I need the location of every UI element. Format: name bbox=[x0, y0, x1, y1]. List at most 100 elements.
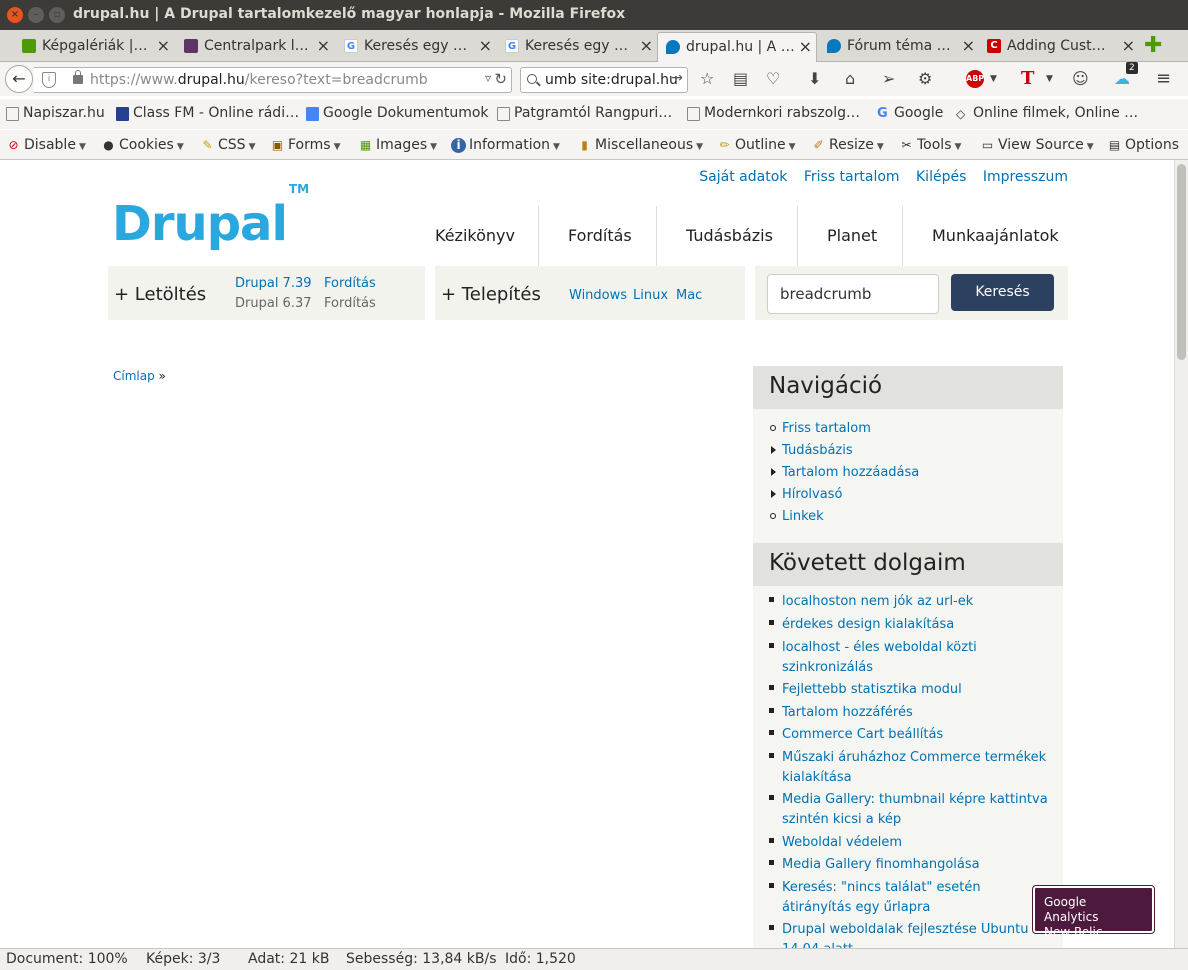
link-drupal-6-translation[interactable]: Fordítás bbox=[324, 296, 376, 311]
nav-item-tartalom-hozzaadasa[interactable]: Tartalom hozzáadása bbox=[771, 465, 919, 480]
bookmark-google[interactable]: G Google bbox=[877, 105, 943, 121]
tab-close-icon[interactable]: × bbox=[1122, 32, 1135, 60]
send-tab-icon[interactable]: ➢ bbox=[882, 68, 895, 90]
tab-google-search-1[interactable]: G Keresés egy … × bbox=[336, 32, 496, 62]
nav-item-friss-tartalom[interactable]: Friss tartalom bbox=[770, 421, 871, 436]
tracked-item[interactable]: Media Gallery finomhangolása bbox=[769, 855, 1054, 875]
install-title[interactable]: + Telepítés bbox=[441, 284, 541, 305]
web-search-bar[interactable]: umb site:drupal.hu → bbox=[520, 67, 688, 93]
download-title[interactable]: + Letöltés bbox=[114, 284, 206, 305]
new-tab-plus-icon[interactable]: ✚ bbox=[1144, 33, 1162, 58]
nav-kezikonyv[interactable]: Kézikönyv bbox=[435, 206, 515, 266]
site-search-input[interactable]: breadcrumb bbox=[767, 274, 939, 314]
tracked-item[interactable]: localhoston nem jók az url-ek bbox=[769, 592, 1054, 612]
drupal-logo[interactable]: DrupalTM bbox=[112, 182, 309, 252]
web-search-input[interactable]: umb site:drupal.hu bbox=[545, 72, 678, 88]
nav-item-hirolvaso[interactable]: Hírolvasó bbox=[771, 487, 842, 502]
tab-close-icon[interactable]: × bbox=[317, 32, 330, 60]
url-text[interactable]: https://www.drupal.hu/kereso?text=breadc… bbox=[90, 72, 428, 88]
bookmark-online-filmek[interactable]: ◇ Online filmek, Online … bbox=[956, 105, 1138, 121]
padlock-icon[interactable] bbox=[73, 70, 83, 84]
breadcrumb-home-link[interactable]: Címlap bbox=[113, 369, 155, 383]
nav-item-linkek[interactable]: Linkek bbox=[770, 509, 824, 524]
tab-close-icon[interactable]: × bbox=[640, 32, 653, 60]
url-history-dropdown-icon[interactable]: ▿ bbox=[485, 71, 491, 85]
window-close-icon[interactable]: × bbox=[7, 7, 23, 23]
wd-css-menu[interactable]: ✎ CSS ▼ bbox=[200, 137, 255, 153]
nav-item-tudasbazis[interactable]: Tudásbázis bbox=[771, 443, 853, 458]
bookmark-modernkori[interactable]: Modernkori rabszolg… bbox=[687, 105, 860, 121]
wd-disable-menu[interactable]: ⊘ Disable ▼ bbox=[6, 137, 85, 153]
wd-images-menu[interactable]: ▦ Images ▼ bbox=[358, 137, 437, 153]
link-drupal-7[interactable]: Drupal 7.39 bbox=[235, 276, 312, 291]
tracked-item[interactable]: Műszaki áruházhoz Commerce termékek kial… bbox=[769, 748, 1054, 788]
tracked-item[interactable]: Media Gallery: thumbnail képre kattintva… bbox=[769, 790, 1054, 830]
tab-drupal-hu[interactable]: drupal.hu | A … × bbox=[657, 32, 817, 62]
url-bar[interactable]: i https://www.drupal.hu/kereso?text=brea… bbox=[34, 67, 512, 93]
nav-forditas[interactable]: Fordítás bbox=[568, 206, 632, 266]
tab-google-search-2[interactable]: G Keresés egy … × bbox=[497, 32, 657, 62]
wd-options-menu[interactable]: ▤ Options bbox=[1107, 137, 1179, 153]
wd-forms-menu[interactable]: ▣ Forms ▼ bbox=[270, 137, 341, 153]
tracked-item[interactable]: érdekes design kialakítása bbox=[769, 615, 1054, 635]
wd-tools-menu[interactable]: ✂ Tools ▼ bbox=[899, 137, 961, 153]
scrollbar-thumb[interactable] bbox=[1177, 164, 1186, 360]
font-tool-dropdown-icon[interactable]: ▼ bbox=[1046, 68, 1053, 90]
tracked-item[interactable]: Keresés: "nincs találat" esetén átirányí… bbox=[769, 878, 1054, 918]
nav-tudasbazis[interactable]: Tudásbázis bbox=[686, 206, 773, 266]
tracked-item[interactable]: Commerce Cart beállítás bbox=[769, 725, 1054, 745]
window-maximize-icon[interactable]: ▫ bbox=[49, 7, 65, 23]
downloads-arrow-icon[interactable]: ⬇ bbox=[808, 68, 821, 90]
adblock-dropdown-icon[interactable]: ▼ bbox=[990, 68, 997, 90]
tab-adding-custom[interactable]: C Adding Cust… × bbox=[979, 32, 1139, 62]
tab-close-icon[interactable]: × bbox=[962, 32, 975, 60]
web-developer-icon[interactable]: ⚙ bbox=[918, 68, 932, 90]
tracked-item[interactable]: Fejlettebb statisztika modul bbox=[769, 680, 1054, 700]
bookmark-patgramtol[interactable]: Patgramtól Rangpuri… bbox=[497, 105, 672, 121]
link-friss-tartalom[interactable]: Friss tartalom bbox=[804, 169, 900, 185]
reload-icon[interactable]: ↻ bbox=[494, 70, 507, 88]
home-icon[interactable]: ⌂ bbox=[845, 68, 855, 90]
link-drupal-6[interactable]: Drupal 6.37 bbox=[235, 296, 312, 311]
tracked-item[interactable]: Drupal weboldalak fejlesztése Ubuntu 14.… bbox=[769, 920, 1054, 948]
wd-view-source-menu[interactable]: ▭ View Source ▼ bbox=[980, 137, 1094, 153]
link-windows[interactable]: Windows bbox=[569, 288, 627, 303]
tab-close-icon[interactable]: × bbox=[799, 33, 812, 61]
page-scrollbar[interactable] bbox=[1174, 160, 1188, 948]
tab-forum-tema[interactable]: Fórum téma … × bbox=[819, 32, 979, 62]
analytics-popup[interactable]: Google Analytics New Relic bbox=[1033, 886, 1154, 939]
tracking-shield-icon[interactable]: i bbox=[42, 72, 56, 88]
reading-list-icon[interactable]: ▤ bbox=[733, 68, 748, 90]
font-tool-icon[interactable]: T bbox=[1021, 68, 1034, 90]
chat-bubble-icon[interactable]: ☺ bbox=[1072, 68, 1089, 90]
search-go-arrow-icon[interactable]: → bbox=[671, 70, 683, 86]
tab-close-icon[interactable]: × bbox=[479, 32, 492, 60]
bookmark-class-fm[interactable]: Class FM - Online rádi… bbox=[116, 105, 299, 121]
back-arrow-icon[interactable]: ← bbox=[5, 65, 33, 93]
wd-information-menu[interactable]: i Information ▼ bbox=[451, 137, 560, 153]
tab-close-icon[interactable]: × bbox=[157, 32, 170, 60]
tab-centralpark[interactable]: Centralpark l… × bbox=[176, 32, 334, 62]
bookmark-star-icon[interactable]: ☆ bbox=[700, 68, 714, 90]
wd-cookies-menu[interactable]: ● Cookies ▼ bbox=[101, 137, 183, 153]
search-button[interactable]: Keresés bbox=[951, 274, 1054, 311]
bookmark-napiszar[interactable]: Napiszar.hu bbox=[6, 105, 105, 121]
hamburger-menu-icon[interactable]: ≡ bbox=[1156, 68, 1171, 90]
nav-planet[interactable]: Planet bbox=[827, 206, 877, 266]
tracked-item[interactable]: Tartalom hozzáférés bbox=[769, 703, 1054, 723]
wd-miscellaneous-menu[interactable]: ▮ Miscellaneous ▼ bbox=[577, 137, 703, 153]
link-linux[interactable]: Linux bbox=[633, 288, 668, 303]
tracked-item[interactable]: localhost - éles weboldal közti szinkron… bbox=[769, 638, 1054, 678]
bookmark-google-docs[interactable]: Google Dokumentumok bbox=[306, 105, 489, 121]
nav-munkaajanlatok[interactable]: Munkaajánlatok bbox=[932, 206, 1059, 266]
link-drupal-7-translation[interactable]: Fordítás bbox=[324, 276, 376, 291]
link-impresszum[interactable]: Impresszum bbox=[983, 169, 1068, 185]
link-sajat-adatok[interactable]: Saját adatok bbox=[699, 169, 787, 185]
pocket-icon[interactable]: ♡ bbox=[766, 68, 780, 90]
link-mac[interactable]: Mac bbox=[676, 288, 702, 303]
wd-outline-menu[interactable]: ✏ Outline ▼ bbox=[717, 137, 795, 153]
link-kilepes[interactable]: Kilépés bbox=[916, 169, 966, 185]
tracked-item[interactable]: Weboldal védelem bbox=[769, 833, 1054, 853]
wd-resize-menu[interactable]: ✐ Resize ▼ bbox=[811, 137, 883, 153]
adblock-plus-icon[interactable]: ABP bbox=[966, 70, 984, 88]
